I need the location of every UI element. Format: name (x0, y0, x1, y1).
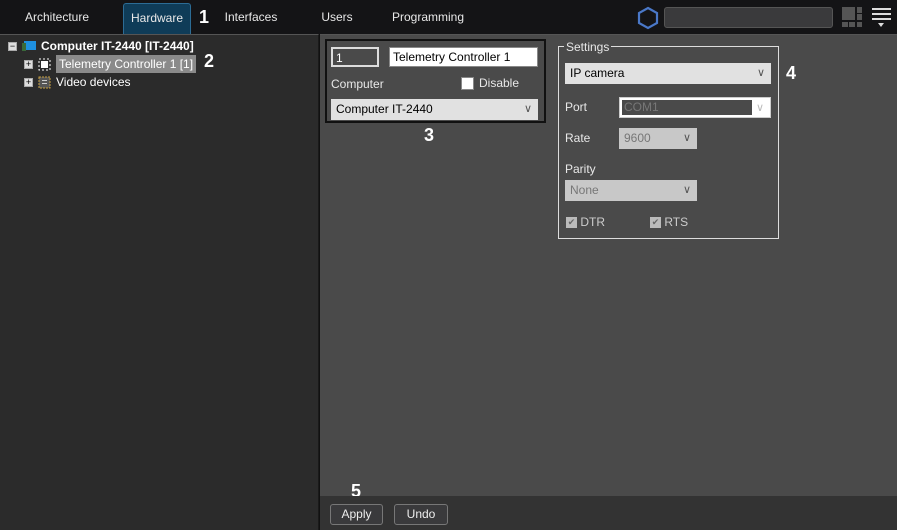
checkbox-icon[interactable] (461, 77, 474, 91)
port-label: Port (565, 100, 588, 114)
video-devices-icon (38, 76, 51, 88)
checkmark-icon: ✔ (650, 217, 661, 229)
tree-root-computer[interactable]: − Computer IT-2440 [IT-2440] (8, 37, 194, 55)
tree-item-label: Telemetry Controller 1 [1] (56, 55, 197, 73)
dtr-label: DTR (580, 215, 606, 229)
settings-group: Settings IP camera ∨ Port COM1 ∨ Rate 9600… (558, 40, 779, 239)
port-value: COM1 (622, 100, 752, 115)
hexagon-logo-icon[interactable] (636, 6, 660, 30)
marker-4: 4 (786, 63, 797, 83)
marker-1: 1 (199, 7, 210, 27)
tree-root-label: Computer IT-2440 [IT-2440] (41, 39, 194, 53)
apply-button[interactable]: Apply (330, 504, 383, 525)
collapse-icon[interactable]: − (8, 41, 17, 51)
rate-value: 9600 (624, 131, 651, 145)
tree-item-label: Video devices (56, 75, 131, 89)
computer-icon (22, 41, 36, 51)
rate-label: Rate (565, 131, 591, 145)
expand-icon[interactable]: + (24, 77, 33, 87)
computer-label: Computer (331, 77, 384, 91)
menu-icon[interactable] (872, 8, 892, 28)
chevron-down-icon: ∨ (755, 102, 764, 114)
expand-icon[interactable]: + (24, 59, 33, 69)
device-general-group: 1 Telemetry Controller 1 Computer Disabl… (325, 39, 546, 123)
port-select[interactable]: COM1 ∨ (619, 97, 771, 118)
undo-button[interactable]: Undo (394, 504, 448, 525)
dtr-checkbox[interactable]: ✔ DTR (566, 215, 605, 229)
parity-select[interactable]: None ∨ (565, 180, 697, 201)
checkmark-icon: ✔ (566, 217, 577, 229)
rts-label: RTS (664, 215, 689, 229)
parity-value: None (570, 183, 599, 197)
settings-title: Settings (564, 40, 612, 54)
parity-label: Parity (565, 162, 596, 176)
device-settings-panel: 1 Telemetry Controller 1 Computer Disabl… (320, 34, 897, 501)
chevron-down-icon: ∨ (756, 67, 765, 79)
tab-architecture[interactable]: Architecture (14, 3, 100, 34)
tab-users[interactable]: Users (305, 3, 369, 34)
tab-hardware[interactable]: Hardware (123, 3, 191, 34)
chevron-down-icon: ∨ (523, 103, 532, 115)
device-type-select[interactable]: IP camera ∨ (565, 63, 771, 84)
layout-grid-icon[interactable] (842, 7, 862, 27)
rts-checkbox[interactable]: ✔ RTS (650, 215, 688, 229)
search-input[interactable] (664, 7, 833, 28)
top-bar: Architecture Hardware 1 Interfaces Users… (0, 0, 897, 34)
marker-3: 3 (424, 125, 435, 145)
tab-interfaces[interactable]: Interfaces (216, 3, 286, 34)
computer-select-value: Computer IT-2440 (336, 102, 433, 116)
marker-2: 2 (204, 51, 215, 71)
chevron-down-icon: ∨ (682, 132, 691, 144)
telemetry-icon (38, 58, 51, 70)
device-id-input[interactable]: 1 (331, 47, 379, 67)
chevron-down-icon: ∨ (682, 184, 691, 196)
device-type-value: IP camera (570, 66, 625, 80)
tree-item-telemetry[interactable]: + Telemetry Controller 1 [1] (24, 55, 197, 73)
hardware-tree-panel: − Computer IT-2440 [IT-2440] + Telemetry… (0, 34, 319, 530)
computer-select[interactable]: Computer IT-2440 ∨ (331, 99, 538, 120)
tree-item-video-devices[interactable]: + Video devices (24, 73, 131, 91)
tab-programming[interactable]: Programming (385, 3, 471, 34)
rate-select[interactable]: 9600 ∨ (619, 128, 697, 149)
device-name-input[interactable]: Telemetry Controller 1 (389, 47, 538, 67)
disable-label: Disable (479, 76, 520, 90)
disable-checkbox[interactable]: Disable (461, 76, 520, 91)
